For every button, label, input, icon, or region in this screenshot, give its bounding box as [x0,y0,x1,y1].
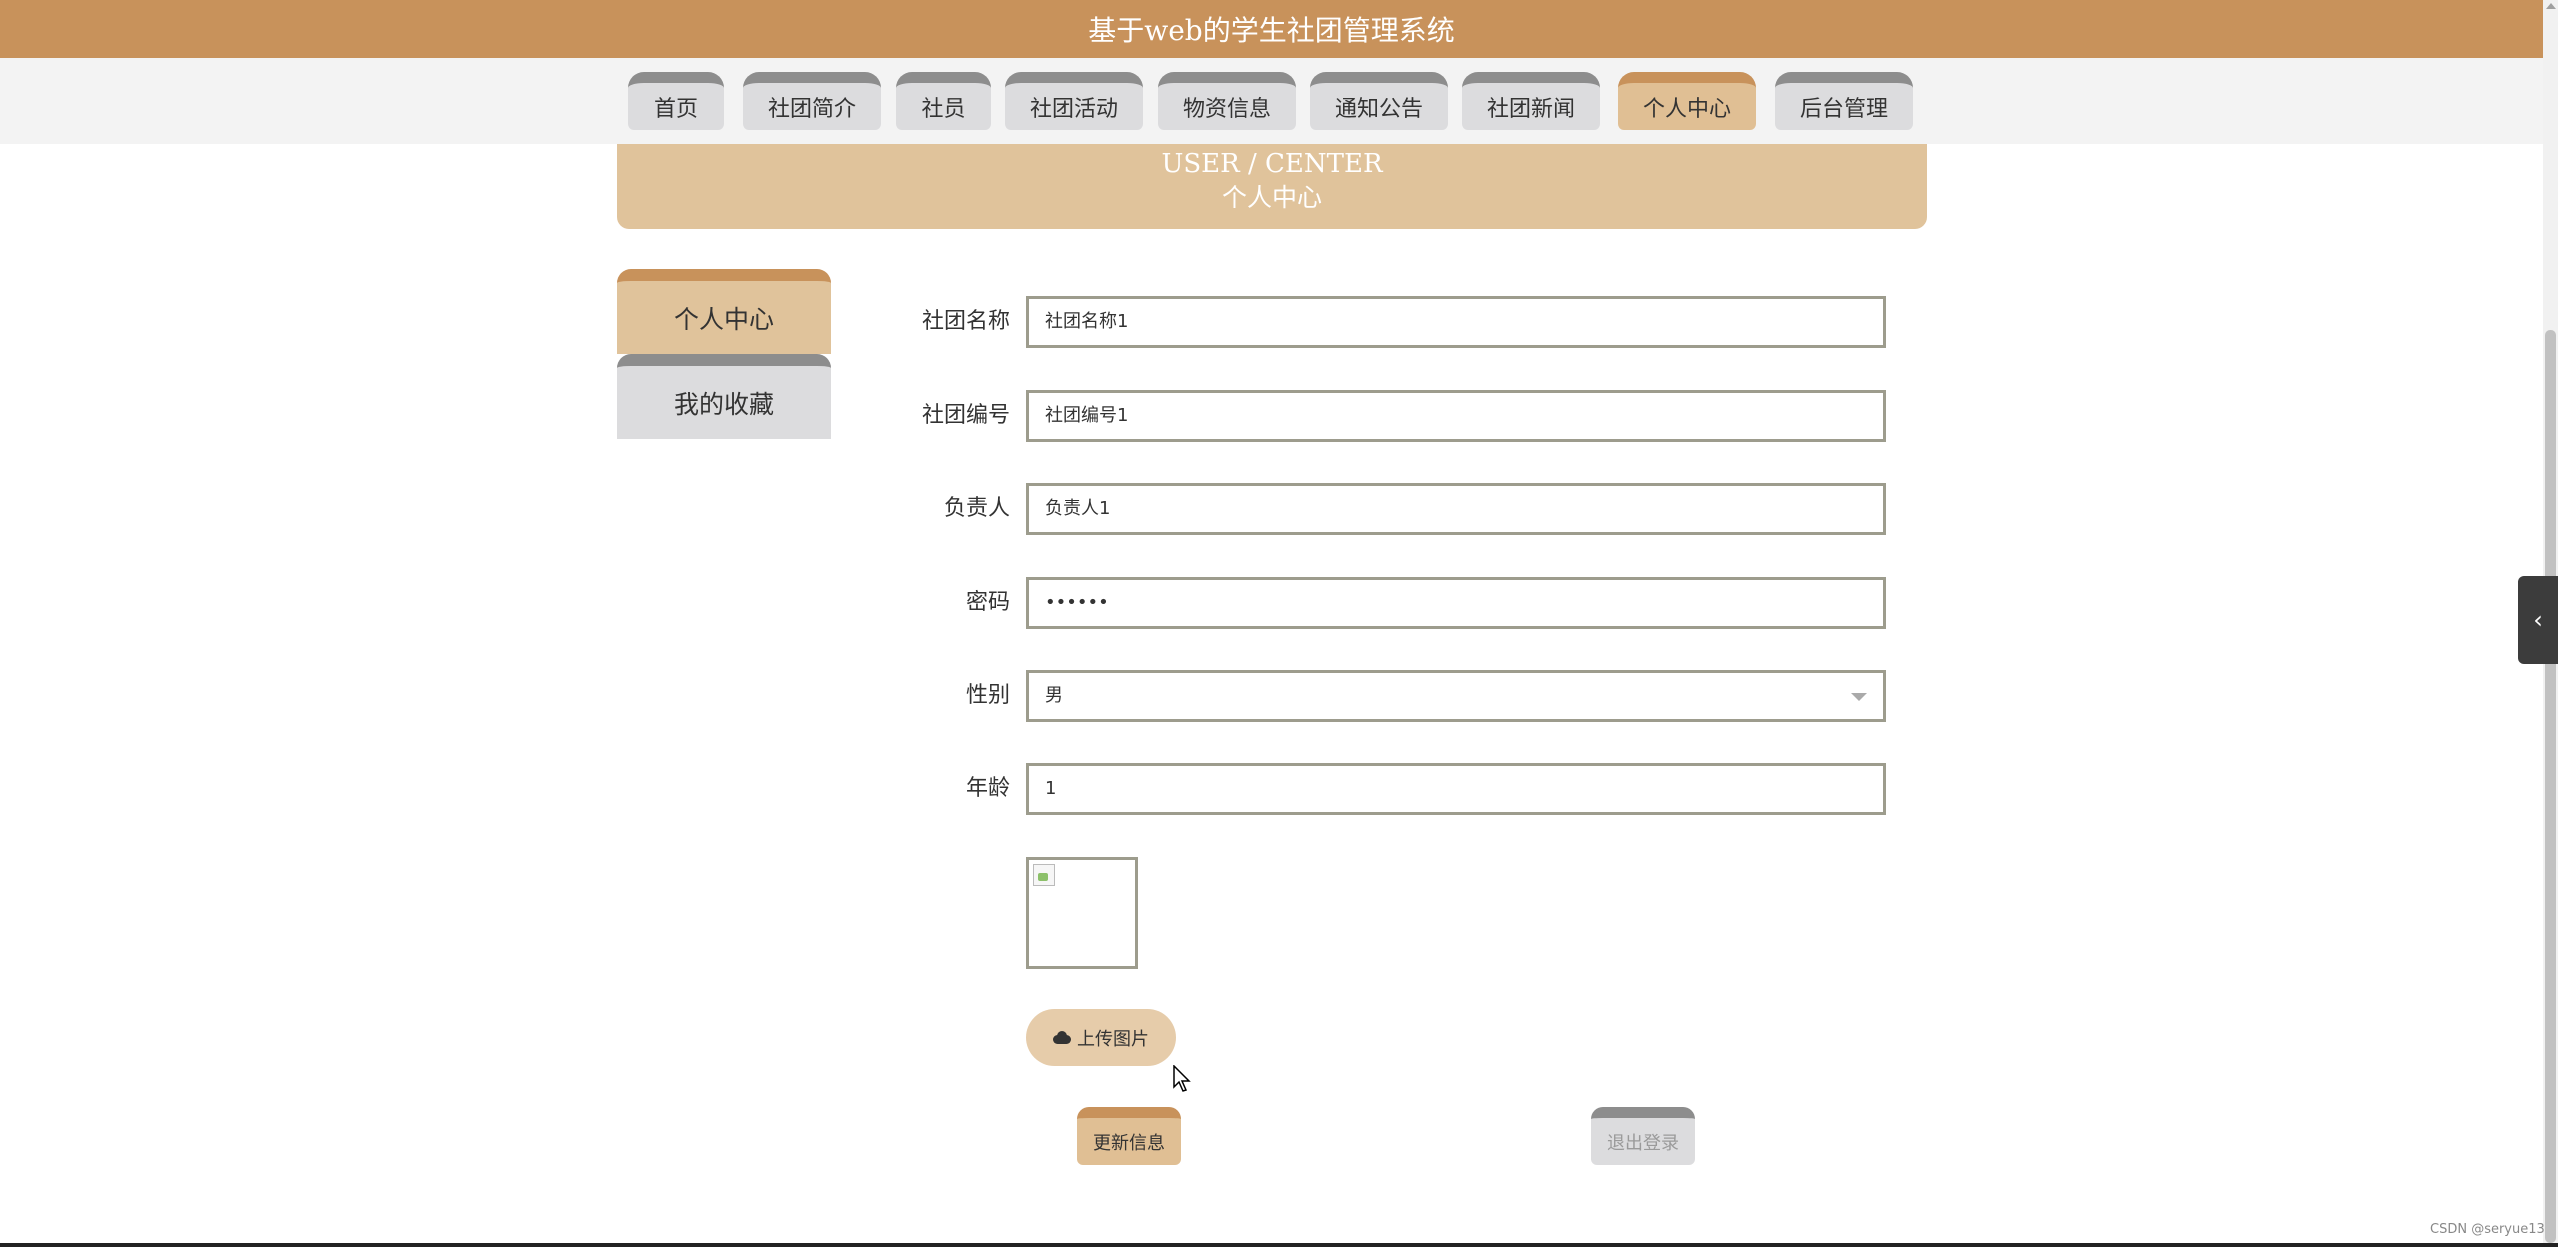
nav-item-activities[interactable]: 社团活动 [1005,72,1143,130]
cloud-upload-icon [1053,1031,1071,1044]
scroll-up-icon[interactable] [2546,3,2556,9]
chevron-down-icon [1851,693,1867,701]
leader-label: 负责人 [943,496,1010,521]
club-name-label: 社团名称 [921,309,1010,334]
side-tab-toggle[interactable]: ‹ [2518,576,2558,664]
age-input[interactable]: 1 [1026,763,1886,815]
nav-item-home[interactable]: 首页 [628,72,724,130]
nav-item-admin[interactable]: 后台管理 [1775,72,1913,130]
sidebar-item-favorites[interactable]: 我的收藏 [617,354,831,439]
section-title-en: USER / CENTER [1161,149,1383,179]
gender-label: 性别 [965,683,1010,708]
nav-item-club-intro[interactable]: 社团简介 [743,72,881,130]
upload-image-label: 上传图片 [1077,1028,1149,1050]
broken-image-icon [1033,864,1055,886]
section-header: USER / CENTER 个人中心 [617,144,1927,229]
upload-image-button[interactable]: 上传图片 [1026,1009,1176,1066]
sidebar-item-user-center[interactable]: 个人中心 [617,269,831,354]
nav-item-notices[interactable]: 通知公告 [1310,72,1448,130]
gender-select[interactable]: 男 [1026,670,1886,722]
watermark: CSDN @seryue13 [2430,1222,2545,1237]
top-bar: 基于web的学生社团管理系统 [0,0,2543,58]
nav-item-materials[interactable]: 物资信息 [1158,72,1296,130]
update-info-button[interactable]: 更新信息 [1077,1107,1181,1165]
club-number-label: 社团编号 [921,403,1010,428]
password-input[interactable]: •••••• [1026,577,1886,629]
avatar-image [1026,857,1138,969]
chevron-left-icon: ‹ [2533,606,2543,634]
nav-item-user-center[interactable]: 个人中心 [1618,72,1756,130]
page: 基于web的学生社团管理系统 首页 社团简介 社员 社团活动 物资信息 通知公告… [0,0,2558,1247]
nav-bar: 首页 社团简介 社员 社团活动 物资信息 通知公告 社团新闻 个人中心 后台管理 [0,58,2543,144]
section-title-cn: 个人中心 [1221,183,1322,212]
bottom-border [0,1243,2558,1247]
nav-item-news[interactable]: 社团新闻 [1462,72,1600,130]
password-label: 密码 [965,590,1010,615]
club-name-input[interactable]: 社团名称1 [1026,296,1886,348]
club-number-input[interactable]: 社团编号1 [1026,390,1886,442]
mouse-cursor-icon [1173,1065,1191,1092]
nav-item-members[interactable]: 社员 [896,72,991,130]
leader-input[interactable]: 负责人1 [1026,483,1886,535]
age-label: 年龄 [965,776,1010,801]
scrollbar-thumb[interactable] [2545,330,2556,1243]
logout-button[interactable]: 退出登录 [1591,1107,1695,1165]
gender-select-value: 男 [1045,685,1063,706]
site-title: 基于web的学生社团管理系统 [1088,14,1455,47]
